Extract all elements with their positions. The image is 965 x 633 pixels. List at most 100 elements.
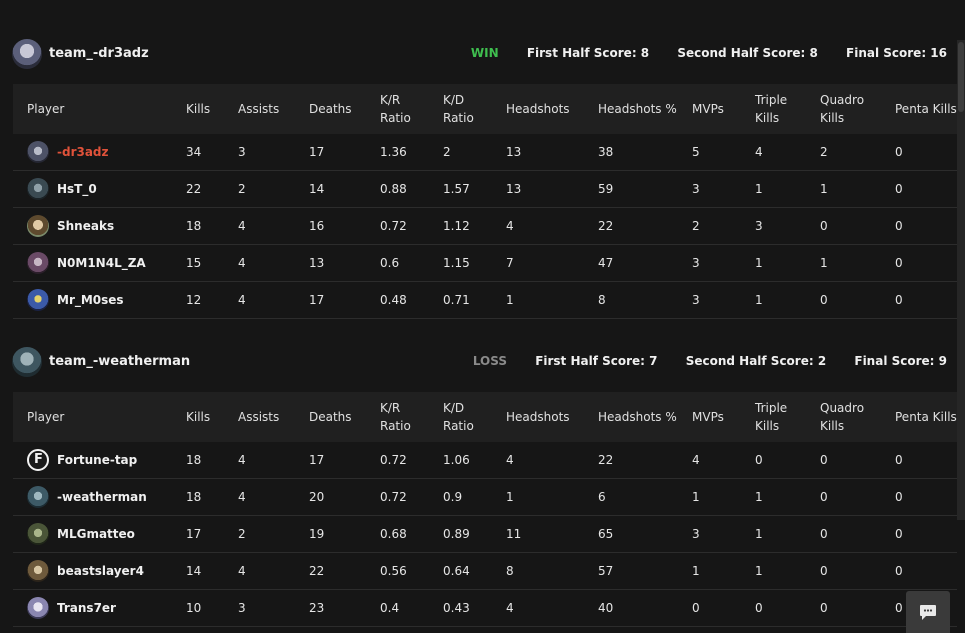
stat-kd-ratio: 1.57 [429,170,492,208]
player-avatar[interactable] [27,597,49,619]
stat-quadro-kills: 0 [806,515,881,553]
player-name-link[interactable]: MLGmatteo [57,527,135,541]
stat-deaths: 17 [295,134,366,171]
player-row: Mr_M0ses 12 4 17 0.48 0.71 1 8 3 1 0 0 [13,281,957,319]
stat-headshots: 13 [492,134,584,171]
player-avatar[interactable] [27,141,49,163]
player-row: HsT_0 22 2 14 0.88 1.57 13 59 3 1 1 0 [13,170,957,208]
player-name-link[interactable]: Shneaks [57,219,114,233]
stat-kd-ratio: 0.43 [429,589,492,627]
col-kills: Kills [172,392,224,442]
stat-headshots: 1 [492,478,584,516]
stat-kr-ratio: 0.4 [366,589,429,627]
stat-kills: 22 [172,170,224,208]
player-avatar[interactable] [27,289,49,311]
player-name-link[interactable]: Fortune-tap [57,453,137,467]
col-assists: Assists [224,392,295,442]
col-deaths: Deaths [295,392,366,442]
stat-kd-ratio: 0.89 [429,515,492,553]
stat-kr-ratio: 0.48 [366,281,429,319]
player-avatar[interactable] [27,252,49,274]
stat-deaths: 22 [295,552,366,590]
scrollbar-track[interactable] [957,40,965,520]
stat-kr-ratio: 0.68 [366,515,429,553]
player-cell: -weatherman [13,478,172,516]
col-quadro-kills: Quadro Kills [806,392,881,442]
stat-quadro-kills: 2 [806,134,881,171]
col-headshots-pct: Headshots % [584,84,678,134]
player-name-link[interactable]: beastslayer4 [57,564,144,578]
col-headshots: Headshots [492,84,584,134]
match-result: LOSS [472,354,507,368]
player-name-link[interactable]: -weatherman [57,490,147,504]
stat-headshots-pct: 40 [584,589,678,627]
team-avatar[interactable] [12,39,42,69]
stat-headshots: 4 [492,442,584,479]
player-cell: beastslayer4 [13,552,172,590]
player-avatar[interactable] [27,486,49,508]
stat-mvps: 0 [678,589,741,627]
stat-headshots-pct: 22 [584,207,678,245]
player-avatar[interactable] [27,449,49,471]
stat-deaths: 16 [295,207,366,245]
stat-quadro-kills: 0 [806,442,881,479]
chat-button[interactable] [906,591,950,633]
stat-kills: 17 [172,515,224,553]
col-mvps: MVPs [678,84,741,134]
stat-kd-ratio: 1.15 [429,244,492,282]
player-cell: HsT_0 [13,170,172,208]
stat-triple-kills: 4 [741,134,806,171]
player-avatar[interactable] [27,178,49,200]
player-avatar[interactable] [27,215,49,237]
stat-headshots: 1 [492,281,584,319]
stat-deaths: 19 [295,515,366,553]
player-row: -dr3adz 34 3 17 1.36 2 13 38 5 4 2 0 [13,134,957,171]
player-avatar[interactable] [27,560,49,582]
stat-headshots-pct: 22 [584,442,678,479]
stat-assists: 3 [224,589,295,627]
final-score: Final Score: 16 [846,46,947,60]
col-quadro-kills: Quadro Kills [806,84,881,134]
stat-kd-ratio: 0.64 [429,552,492,590]
player-cell: -dr3adz [13,134,172,171]
player-name-link[interactable]: N0M1N4L_ZA [57,256,146,270]
second-half-score: Second Half Score: 8 [677,46,818,60]
col-triple-kills: Triple Kills [741,392,806,442]
player-cell: Trans7er [13,589,172,627]
stat-mvps: 5 [678,134,741,171]
stat-deaths: 23 [295,589,366,627]
player-row: MLGmatteo 17 2 19 0.68 0.89 11 65 3 1 0 0 [13,515,957,553]
stat-quadro-kills: 1 [806,244,881,282]
stat-mvps: 4 [678,442,741,479]
stat-headshots-pct: 65 [584,515,678,553]
player-name-link[interactable]: Mr_M0ses [57,293,124,307]
player-row: -weatherman 18 4 20 0.72 0.9 1 6 1 1 0 0 [13,478,957,516]
player-cell: MLGmatteo [13,515,172,553]
player-name-link[interactable]: Trans7er [57,601,116,615]
player-name-link[interactable]: HsT_0 [57,182,97,196]
stat-headshots-pct: 6 [584,478,678,516]
stat-kills: 12 [172,281,224,319]
stat-kr-ratio: 0.88 [366,170,429,208]
scrollbar-thumb[interactable] [958,42,964,112]
stat-kills: 14 [172,552,224,590]
player-cell: N0M1N4L_ZA [13,244,172,282]
col-deaths: Deaths [295,84,366,134]
stat-assists: 3 [224,134,295,171]
stat-penta-kills: 0 [881,515,957,553]
stat-kr-ratio: 0.6 [366,244,429,282]
team-name[interactable]: team_-weatherman [49,354,190,369]
stat-headshots-pct: 47 [584,244,678,282]
stat-triple-kills: 1 [741,515,806,553]
col-penta-kills: Penta Kills [881,84,957,134]
col-triple-kills: Triple Kills [741,84,806,134]
player-name-link[interactable]: -dr3adz [57,145,109,159]
team-name[interactable]: team_-dr3adz [49,46,149,61]
col-mvps: MVPs [678,392,741,442]
stat-mvps: 3 [678,170,741,208]
col-kd-ratio: K/D Ratio [429,392,492,442]
stat-kr-ratio: 0.72 [366,207,429,245]
player-row: beastslayer4 14 4 22 0.56 0.64 8 57 1 1 0 0 [13,552,957,590]
player-avatar[interactable] [27,523,49,545]
team-avatar[interactable] [12,347,42,377]
